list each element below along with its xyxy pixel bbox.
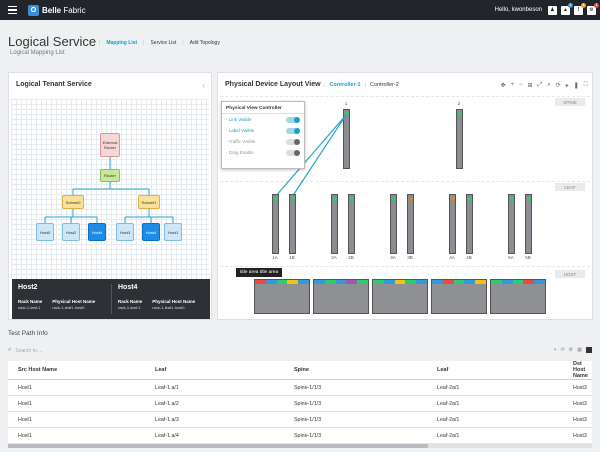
table-header-row: Src Host Name Leaf Spine Leaf Dst Host N… <box>8 361 592 380</box>
host-rack[interactable] <box>254 279 310 314</box>
physical-view-controller: Physical View Controller - Link Visible … <box>221 101 305 169</box>
grid-icon[interactable]: ▦ <box>577 347 582 353</box>
col-src-host[interactable]: Src Host Name <box>8 361 108 380</box>
col-leaf[interactable]: Leaf <box>108 361 238 380</box>
drag-enable-toggle[interactable] <box>286 149 300 156</box>
drag-enable-row[interactable]: - Drag Enable <box>222 147 304 158</box>
host-rack[interactable] <box>490 279 546 314</box>
leaf-label-5a: 5A <box>508 255 514 260</box>
leaf-device[interactable] <box>289 194 296 254</box>
leaf-label-2a: 2A <box>331 255 337 260</box>
leaf-device[interactable] <box>508 194 515 254</box>
host-rack[interactable] <box>313 279 369 314</box>
search-input[interactable]: Search to ... <box>15 348 42 354</box>
col-leaf[interactable]: Leaf <box>368 361 498 380</box>
leaf-device[interactable] <box>348 194 355 254</box>
pvc-title: Physical View Controller <box>222 102 304 114</box>
list-view-icon[interactable] <box>586 347 592 353</box>
leaf-device[interactable] <box>331 194 338 254</box>
search-box[interactable]: ⌕ Search to ... <box>8 345 158 356</box>
leaf-device[interactable] <box>390 194 397 254</box>
table-row[interactable]: Host1 Leaf-1.a/3 Spine-1/1/3 Leaf-2a/1 Host3 <box>8 411 592 428</box>
host-tooltip: title area title area <box>236 268 283 277</box>
leaf-device[interactable] <box>466 194 473 254</box>
label-visible-toggle[interactable] <box>286 127 300 134</box>
leaf-device[interactable] <box>407 194 414 254</box>
leaf-device[interactable] <box>272 194 279 254</box>
test-path-table: Src Host Name Leaf Spine Leaf Dst Host N… <box>8 361 592 444</box>
table-row[interactable]: Host1 Leaf-1.a/4 Spine-1/1/3 Leaf-2a/1 Host3 <box>8 427 592 444</box>
leaf-label-1b: 1B <box>289 255 295 260</box>
refresh-icon[interactable]: ⟳ <box>561 347 565 353</box>
add-icon[interactable]: + <box>554 347 557 353</box>
table-row[interactable]: Host1 Leaf-1.a/2 Spine-1/1/3 Leaf-2a/1 Host3 <box>8 395 592 412</box>
scrollbar-thumb[interactable] <box>8 444 428 448</box>
host-rack[interactable] <box>431 279 487 314</box>
traffic-visible-toggle[interactable] <box>286 138 300 145</box>
horizontal-scrollbar[interactable] <box>8 444 592 448</box>
link-visible-toggle[interactable] <box>286 116 300 123</box>
label-visible-row[interactable]: - Label Visible <box>222 125 304 136</box>
leaf-device[interactable] <box>449 194 456 254</box>
settings-icon[interactable]: ⚙ <box>569 347 573 353</box>
col-dst-host[interactable]: Dst Host Name <box>498 361 592 380</box>
leaf-label-1a: 1A <box>272 255 278 260</box>
leaf-label-4b: 4B <box>466 255 472 260</box>
leaf-device[interactable] <box>525 194 532 254</box>
host-rack[interactable] <box>372 279 428 314</box>
leaf-label-4a: 4A <box>449 255 455 260</box>
leaf-label-2b: 2B <box>348 255 354 260</box>
leaf-label-5b: 5B <box>525 255 531 260</box>
table-row[interactable]: Host1 Leaf-1.a/1 Spine-1/1/3 Leaf-2a/1 Host3 <box>8 379 592 396</box>
table-tools: + ⟳ ⚙ ▦ <box>554 347 592 353</box>
leaf-label-3a: 3A <box>390 255 396 260</box>
traffic-visible-row[interactable]: - Traffic Visible <box>222 136 304 147</box>
col-spine[interactable]: Spine <box>238 361 368 380</box>
search-icon: ⌕ <box>8 347 12 353</box>
leaf-label-3b: 3B <box>407 255 413 260</box>
test-path-title: Test Path Info <box>8 330 48 337</box>
link-visible-row[interactable]: - Link Visible <box>222 114 304 125</box>
